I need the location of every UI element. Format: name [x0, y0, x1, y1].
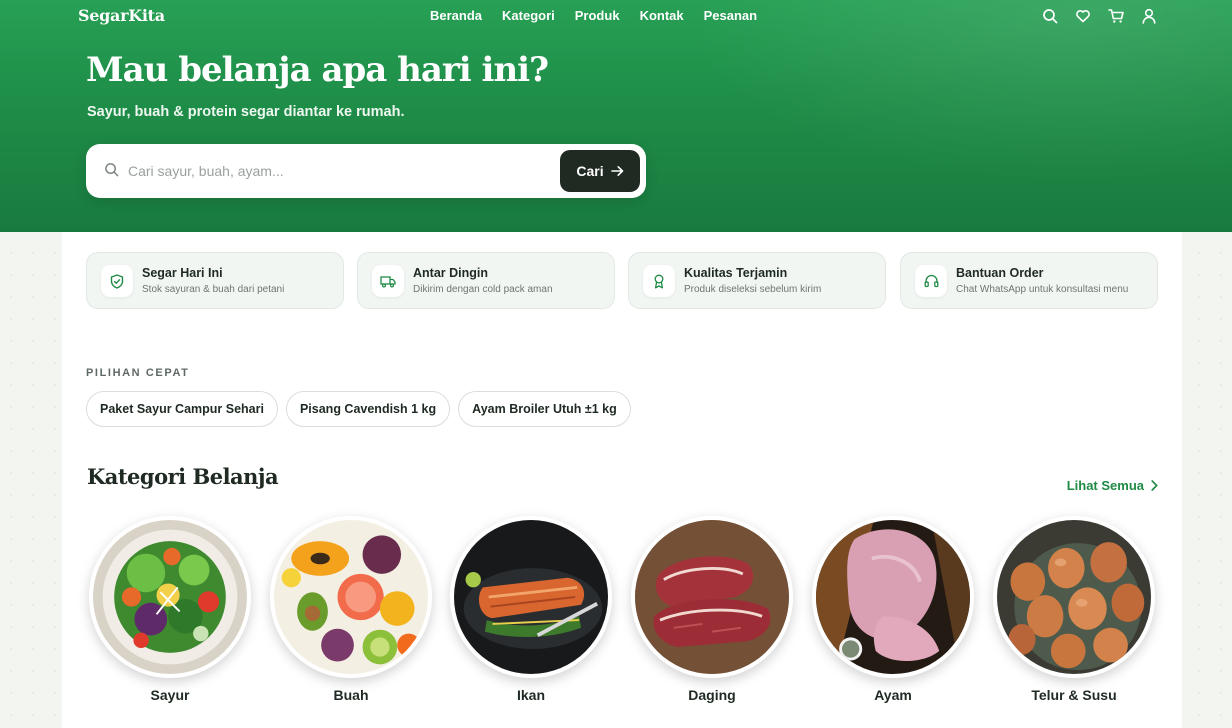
- feature-title: Kualitas Terjamin: [684, 266, 788, 280]
- see-all-link[interactable]: Lihat Semua: [1067, 478, 1158, 493]
- feature-desc: Produk diseleksi sebelum kirim: [684, 284, 822, 295]
- quick-chip[interactable]: Ayam Broiler Utuh ±1 kg: [458, 391, 631, 427]
- chevron-right-icon: [1151, 480, 1158, 491]
- category-card-sayur[interactable]: Sayur: [89, 516, 251, 716]
- search-icon[interactable]: [1041, 7, 1059, 25]
- feature-title: Bantuan Order: [956, 266, 1044, 280]
- see-all-label: Lihat Semua: [1066, 478, 1144, 493]
- category-card-ayam[interactable]: Ayam: [812, 516, 974, 716]
- hero-banner: SegarKita Beranda Kategori Produk Kontak…: [0, 0, 1232, 232]
- category-label: Daging: [688, 687, 736, 703]
- search-button-label: Cari: [576, 163, 604, 179]
- feature-card: Antar Dingin Dikirim dengan cold pack am…: [357, 252, 615, 309]
- search-bar: Cari: [86, 144, 646, 198]
- feature-card: Kualitas Terjamin Produk diseleksi sebel…: [628, 252, 886, 309]
- top-navbar: SegarKita Beranda Kategori Produk Kontak…: [0, 0, 1232, 34]
- main-content: Segar Hari Ini Stok sayuran & buah dari …: [62, 232, 1182, 728]
- nav-link-pesanan[interactable]: Pesanan: [704, 8, 757, 23]
- nav-link-kategori[interactable]: Kategori: [502, 8, 555, 23]
- category-card-ikan[interactable]: Ikan: [450, 516, 612, 716]
- nav-link-produk[interactable]: Produk: [575, 8, 620, 23]
- category-card-daging[interactable]: Daging: [631, 516, 793, 716]
- nav-link-beranda[interactable]: Beranda: [430, 8, 482, 23]
- feature-desc: Dikirim dengan cold pack aman: [413, 284, 553, 295]
- category-image: [89, 516, 251, 678]
- category-label: Telur & Susu: [1031, 687, 1117, 703]
- quick-picks: Paket Sayur Campur Sehari Pisang Cavendi…: [86, 391, 631, 427]
- category-label: Buah: [333, 687, 369, 703]
- category-card-telur-susu[interactable]: Telur & Susu: [993, 516, 1155, 716]
- category-image: [993, 516, 1155, 678]
- headphones-icon: [915, 265, 947, 297]
- search-input[interactable]: [128, 157, 528, 185]
- nav-links: Beranda Kategori Produk Kontak Pesanan: [430, 8, 757, 23]
- truck-icon: [372, 265, 404, 297]
- hero-title: Mau belanja apa hari ini?: [86, 50, 549, 90]
- feature-card: Bantuan Order Chat WhatsApp untuk konsul…: [900, 252, 1158, 309]
- award-icon: [643, 265, 675, 297]
- search-button[interactable]: Cari: [560, 150, 640, 192]
- hero-subtitle: Sayur, buah & protein segar diantar ke r…: [87, 104, 405, 120]
- nav-link-kontak[interactable]: Kontak: [640, 8, 684, 23]
- heart-icon[interactable]: [1074, 7, 1092, 25]
- section-title: Kategori Belanja: [87, 464, 279, 489]
- category-image: [270, 516, 432, 678]
- feature-title: Antar Dingin: [413, 266, 488, 280]
- category-label: Ayam: [874, 687, 912, 703]
- feature-desc: Chat WhatsApp untuk konsultasi menu: [956, 284, 1129, 295]
- feature-desc: Stok sayuran & buah dari petani: [142, 284, 285, 295]
- category-image: [450, 516, 612, 678]
- quick-chip[interactable]: Pisang Cavendish 1 kg: [285, 391, 451, 427]
- category-label: Ikan: [516, 687, 545, 703]
- category-card-buah[interactable]: Buah: [270, 516, 432, 716]
- category-label: Sayur: [150, 687, 190, 703]
- shield-check-icon: [101, 265, 133, 297]
- category-image: [631, 516, 793, 678]
- feature-card: Segar Hari Ini Stok sayuran & buah dari …: [86, 252, 344, 309]
- feature-title: Segar Hari Ini: [142, 266, 223, 280]
- category-image: [812, 516, 974, 678]
- quick-picks-label: PILIHAN CEPAT: [86, 367, 190, 379]
- arrow-right-icon: [610, 166, 623, 176]
- user-icon[interactable]: [1140, 7, 1158, 25]
- quick-chip[interactable]: Paket Sayur Campur Sehari: [86, 391, 278, 427]
- cart-icon[interactable]: [1107, 7, 1125, 25]
- nav-icons: [1041, 7, 1158, 25]
- search-icon: [104, 162, 119, 181]
- logo[interactable]: SegarKita: [78, 6, 165, 25]
